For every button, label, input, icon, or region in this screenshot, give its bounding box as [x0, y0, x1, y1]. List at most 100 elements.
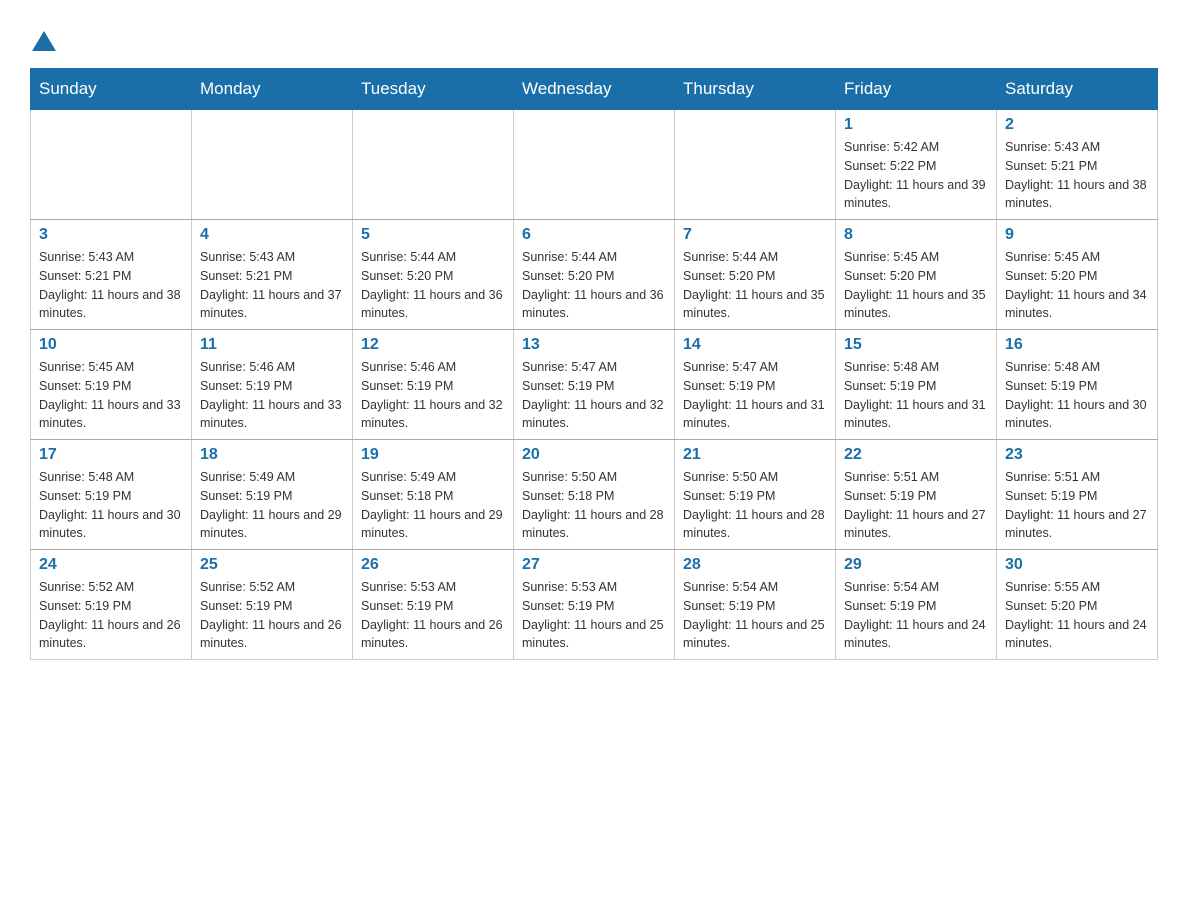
calendar-cell: 7 Sunrise: 5:44 AMSunset: 5:20 PMDaylight…: [675, 220, 836, 330]
day-number: 7: [683, 226, 827, 244]
calendar-cell: 3 Sunrise: 5:43 AMSunset: 5:21 PMDaylight…: [31, 220, 192, 330]
calendar-week-row: 3 Sunrise: 5:43 AMSunset: 5:21 PMDaylight…: [31, 220, 1158, 330]
day-info: Sunrise: 5:51 AMSunset: 5:19 PMDaylight:…: [844, 468, 988, 543]
calendar-cell: 11 Sunrise: 5:46 AMSunset: 5:19 PMDayligh…: [192, 330, 353, 440]
day-number: 10: [39, 336, 183, 354]
day-info: Sunrise: 5:48 AMSunset: 5:19 PMDaylight:…: [39, 468, 183, 543]
calendar-cell: 21Sunrise: 5:50 AMSunset: 5:19 PMDayligh…: [675, 440, 836, 550]
day-info: Sunrise: 5:55 AMSunset: 5:20 PMDaylight:…: [1005, 578, 1149, 653]
calendar-cell: 25 Sunrise: 5:52 AMSunset: 5:19 PMDayligh…: [192, 550, 353, 660]
day-info: Sunrise: 5:49 AMSunset: 5:18 PMDaylight:…: [361, 468, 505, 543]
day-number: 16: [1005, 336, 1149, 354]
calendar-cell: 10 Sunrise: 5:45 AMSunset: 5:19 PMDayligh…: [31, 330, 192, 440]
calendar-cell: [675, 110, 836, 220]
calendar-cell: 29 Sunrise: 5:54 AMSunset: 5:19 PMDayligh…: [836, 550, 997, 660]
day-info: Sunrise: 5:46 AMSunset: 5:19 PMDaylight:…: [361, 358, 505, 433]
calendar-cell: 17 Sunrise: 5:48 AMSunset: 5:19 PMDayligh…: [31, 440, 192, 550]
day-info: Sunrise: 5:45 AMSunset: 5:19 PMDaylight:…: [39, 358, 183, 433]
day-number: 6: [522, 226, 666, 244]
day-number: 24: [39, 556, 183, 574]
day-number: 11: [200, 336, 344, 354]
calendar-cell: 8 Sunrise: 5:45 AMSunset: 5:20 PMDaylight…: [836, 220, 997, 330]
day-info: Sunrise: 5:48 AMSunset: 5:19 PMDaylight:…: [1005, 358, 1149, 433]
day-info: Sunrise: 5:43 AMSunset: 5:21 PMDaylight:…: [200, 248, 344, 323]
calendar-cell: 15 Sunrise: 5:48 AMSunset: 5:19 PMDayligh…: [836, 330, 997, 440]
day-number: 17: [39, 446, 183, 464]
day-number: 4: [200, 226, 344, 244]
day-number: 3: [39, 226, 183, 244]
day-info: Sunrise: 5:53 AMSunset: 5:19 PMDaylight:…: [361, 578, 505, 653]
day-number: 23: [1005, 446, 1149, 464]
day-info: Sunrise: 5:54 AMSunset: 5:19 PMDaylight:…: [844, 578, 988, 653]
calendar-header-friday: Friday: [836, 69, 997, 110]
calendar-header-row: SundayMondayTuesdayWednesdayThursdayFrid…: [31, 69, 1158, 110]
calendar-week-row: 17 Sunrise: 5:48 AMSunset: 5:19 PMDayligh…: [31, 440, 1158, 550]
calendar-cell: 22Sunrise: 5:51 AMSunset: 5:19 PMDayligh…: [836, 440, 997, 550]
day-info: Sunrise: 5:47 AMSunset: 5:19 PMDaylight:…: [683, 358, 827, 433]
day-number: 25: [200, 556, 344, 574]
day-number: 2: [1005, 116, 1149, 134]
day-info: Sunrise: 5:50 AMSunset: 5:18 PMDaylight:…: [522, 468, 666, 543]
calendar-header-sunday: Sunday: [31, 69, 192, 110]
calendar-cell: 14Sunrise: 5:47 AMSunset: 5:19 PMDayligh…: [675, 330, 836, 440]
day-number: 15: [844, 336, 988, 354]
calendar-week-row: 1 Sunrise: 5:42 AMSunset: 5:22 PMDaylight…: [31, 110, 1158, 220]
day-number: 5: [361, 226, 505, 244]
day-info: Sunrise: 5:45 AMSunset: 5:20 PMDaylight:…: [1005, 248, 1149, 323]
calendar-cell: 27Sunrise: 5:53 AMSunset: 5:19 PMDayligh…: [514, 550, 675, 660]
calendar-cell: 4 Sunrise: 5:43 AMSunset: 5:21 PMDaylight…: [192, 220, 353, 330]
calendar-header-monday: Monday: [192, 69, 353, 110]
day-number: 29: [844, 556, 988, 574]
day-info: Sunrise: 5:43 AMSunset: 5:21 PMDaylight:…: [1005, 138, 1149, 213]
calendar-week-row: 10 Sunrise: 5:45 AMSunset: 5:19 PMDayligh…: [31, 330, 1158, 440]
calendar-cell: [192, 110, 353, 220]
calendar-cell: 20 Sunrise: 5:50 AMSunset: 5:18 PMDayligh…: [514, 440, 675, 550]
day-info: Sunrise: 5:44 AMSunset: 5:20 PMDaylight:…: [361, 248, 505, 323]
calendar-cell: 13 Sunrise: 5:47 AMSunset: 5:19 PMDayligh…: [514, 330, 675, 440]
calendar-cell: 9 Sunrise: 5:45 AMSunset: 5:20 PMDaylight…: [997, 220, 1158, 330]
day-info: Sunrise: 5:43 AMSunset: 5:21 PMDaylight:…: [39, 248, 183, 323]
calendar-week-row: 24 Sunrise: 5:52 AMSunset: 5:19 PMDayligh…: [31, 550, 1158, 660]
logo-triangle-icon: [32, 31, 56, 51]
day-number: 8: [844, 226, 988, 244]
day-number: 18: [200, 446, 344, 464]
day-number: 13: [522, 336, 666, 354]
calendar-cell: 24Sunrise: 5:52 AMSunset: 5:19 PMDayligh…: [31, 550, 192, 660]
day-info: Sunrise: 5:42 AMSunset: 5:22 PMDaylight:…: [844, 138, 988, 213]
day-info: Sunrise: 5:46 AMSunset: 5:19 PMDaylight:…: [200, 358, 344, 433]
day-info: Sunrise: 5:54 AMSunset: 5:19 PMDaylight:…: [683, 578, 827, 653]
calendar-cell: 18 Sunrise: 5:49 AMSunset: 5:19 PMDayligh…: [192, 440, 353, 550]
calendar-header-tuesday: Tuesday: [353, 69, 514, 110]
day-info: Sunrise: 5:52 AMSunset: 5:19 PMDaylight:…: [200, 578, 344, 653]
calendar-cell: [514, 110, 675, 220]
day-number: 20: [522, 446, 666, 464]
calendar-cell: 28Sunrise: 5:54 AMSunset: 5:19 PMDayligh…: [675, 550, 836, 660]
calendar-table: SundayMondayTuesdayWednesdayThursdayFrid…: [30, 68, 1158, 660]
calendar-cell: 1 Sunrise: 5:42 AMSunset: 5:22 PMDaylight…: [836, 110, 997, 220]
day-number: 9: [1005, 226, 1149, 244]
calendar-cell: 26 Sunrise: 5:53 AMSunset: 5:19 PMDayligh…: [353, 550, 514, 660]
day-info: Sunrise: 5:44 AMSunset: 5:20 PMDaylight:…: [683, 248, 827, 323]
day-number: 26: [361, 556, 505, 574]
day-number: 19: [361, 446, 505, 464]
calendar-header-thursday: Thursday: [675, 69, 836, 110]
calendar-cell: 30 Sunrise: 5:55 AMSunset: 5:20 PMDayligh…: [997, 550, 1158, 660]
calendar-cell: 6 Sunrise: 5:44 AMSunset: 5:20 PMDaylight…: [514, 220, 675, 330]
day-info: Sunrise: 5:45 AMSunset: 5:20 PMDaylight:…: [844, 248, 988, 323]
day-number: 30: [1005, 556, 1149, 574]
calendar-cell: 19 Sunrise: 5:49 AMSunset: 5:18 PMDayligh…: [353, 440, 514, 550]
day-info: Sunrise: 5:44 AMSunset: 5:20 PMDaylight:…: [522, 248, 666, 323]
day-info: Sunrise: 5:47 AMSunset: 5:19 PMDaylight:…: [522, 358, 666, 433]
calendar-cell: 5 Sunrise: 5:44 AMSunset: 5:20 PMDaylight…: [353, 220, 514, 330]
calendar-cell: [31, 110, 192, 220]
day-info: Sunrise: 5:49 AMSunset: 5:19 PMDaylight:…: [200, 468, 344, 543]
day-info: Sunrise: 5:48 AMSunset: 5:19 PMDaylight:…: [844, 358, 988, 433]
day-number: 1: [844, 116, 988, 134]
logo: [30, 20, 56, 48]
page-header: [30, 20, 1158, 48]
day-info: Sunrise: 5:50 AMSunset: 5:19 PMDaylight:…: [683, 468, 827, 543]
day-number: 27: [522, 556, 666, 574]
calendar-cell: 12 Sunrise: 5:46 AMSunset: 5:19 PMDayligh…: [353, 330, 514, 440]
day-number: 12: [361, 336, 505, 354]
calendar-header-saturday: Saturday: [997, 69, 1158, 110]
